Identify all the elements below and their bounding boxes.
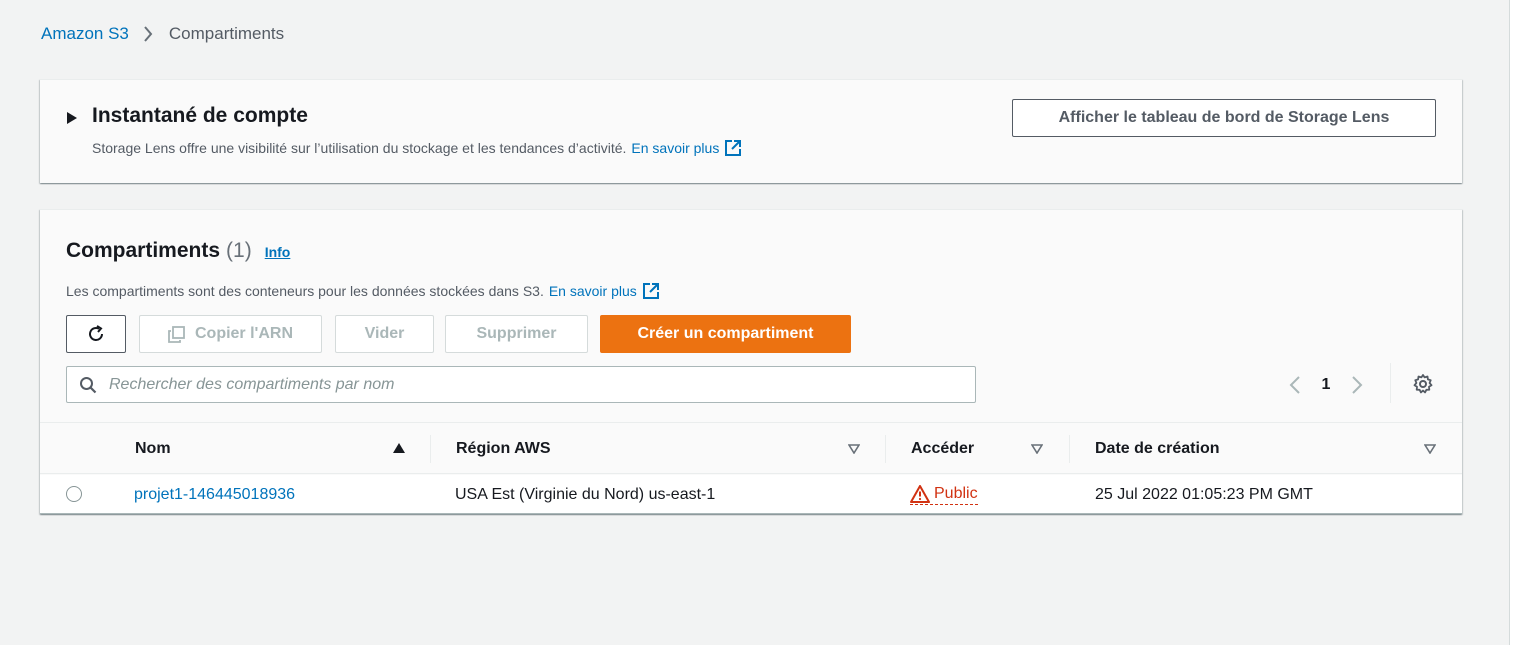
chevron-right-icon <box>143 26 153 42</box>
table-row: projet1-146445018936 USA Est (Virginie d… <box>40 475 1462 514</box>
bucket-region-cell: USA Est (Virginie du Nord) us-east-1 <box>455 485 716 503</box>
column-separator <box>885 435 886 463</box>
column-date-label: Date de création <box>1095 440 1220 457</box>
buckets-count: (1) <box>226 239 252 262</box>
pagination: 1 <box>1280 363 1433 403</box>
snapshot-description: Storage Lens offre une visibilité sur l’… <box>92 139 742 157</box>
snapshot-learn-more-link[interactable]: En savoir plus <box>631 140 719 156</box>
sort-ascending-icon[interactable] <box>393 443 405 453</box>
delete-button[interactable]: Supprimer <box>445 315 588 353</box>
bucket-name-cell: projet1-146445018936 <box>134 475 295 514</box>
access-status-badge[interactable]: Public <box>910 484 978 505</box>
empty-button[interactable]: Vider <box>335 315 434 353</box>
column-header-access[interactable]: Accéder <box>911 423 1051 475</box>
column-access-label: Accéder <box>911 440 975 457</box>
column-header-region[interactable]: Région AWS <box>456 423 866 475</box>
sort-icon[interactable] <box>848 444 860 454</box>
breadcrumb-amazon-s3[interactable]: Amazon S3 <box>41 24 129 44</box>
search-icon <box>79 376 97 394</box>
column-region-label: Région AWS <box>456 440 551 457</box>
account-snapshot-panel: Instantané de compte Storage Lens offre … <box>40 79 1462 183</box>
buckets-description-text: Les compartiments sont des conteneurs po… <box>66 283 544 299</box>
buckets-learn-more-link[interactable]: En savoir plus <box>549 283 637 299</box>
search-field <box>66 366 976 403</box>
chevron-right-icon[interactable] <box>1342 375 1372 395</box>
column-separator <box>1069 435 1070 463</box>
bucket-created-cell: 25 Jul 2022 01:05:23 PM GMT <box>1095 485 1313 503</box>
buckets-header: Compartiments (1) Info <box>66 239 290 263</box>
current-page[interactable]: 1 <box>1310 376 1342 394</box>
warning-icon <box>910 484 930 503</box>
column-header-creation-date[interactable]: Date de création <box>1095 423 1445 475</box>
column-header-name[interactable]: Nom <box>135 423 411 475</box>
external-link-icon[interactable] <box>724 139 742 157</box>
caret-right-icon[interactable] <box>67 112 77 124</box>
info-link[interactable]: Info <box>265 244 291 260</box>
refresh-button[interactable] <box>66 315 126 353</box>
snapshot-description-text: Storage Lens offre une visibilité sur l’… <box>92 140 627 156</box>
sort-icon[interactable] <box>1424 444 1436 454</box>
table-header: Nom Région AWS Accéder Date de création <box>40 422 1462 474</box>
sort-icon[interactable] <box>1031 444 1043 454</box>
snapshot-title[interactable]: Instantané de compte <box>92 104 308 128</box>
gear-icon[interactable] <box>1412 373 1434 395</box>
column-name-label: Nom <box>135 440 171 457</box>
create-bucket-button[interactable]: Créer un compartiment <box>600 315 851 353</box>
search-input[interactable] <box>109 375 959 394</box>
copy-arn-button[interactable]: Copier l'ARN <box>139 315 322 353</box>
refresh-icon <box>86 324 106 344</box>
storage-lens-dashboard-button[interactable]: Afficher le tableau de bord de Storage L… <box>1012 99 1436 137</box>
buckets-title: Compartiments <box>66 239 221 262</box>
pagination-divider <box>1390 363 1391 403</box>
bucket-access-cell: Public <box>910 475 978 514</box>
column-separator <box>430 435 431 463</box>
row-select-radio[interactable] <box>66 486 82 502</box>
breadcrumb: Amazon S3 Compartiments <box>41 23 284 45</box>
buckets-panel: Compartiments (1) Info Les compartiments… <box>40 209 1462 514</box>
copy-icon <box>168 325 185 343</box>
external-link-icon[interactable] <box>642 282 660 300</box>
chevron-left-icon[interactable] <box>1280 375 1310 395</box>
buckets-description: Les compartiments sont des conteneurs po… <box>66 282 660 300</box>
access-status-label: Public <box>934 484 978 502</box>
copy-arn-label: Copier l'ARN <box>194 325 294 342</box>
breadcrumb-current: Compartiments <box>168 24 285 43</box>
bucket-name-link[interactable]: projet1-146445018936 <box>134 486 295 504</box>
